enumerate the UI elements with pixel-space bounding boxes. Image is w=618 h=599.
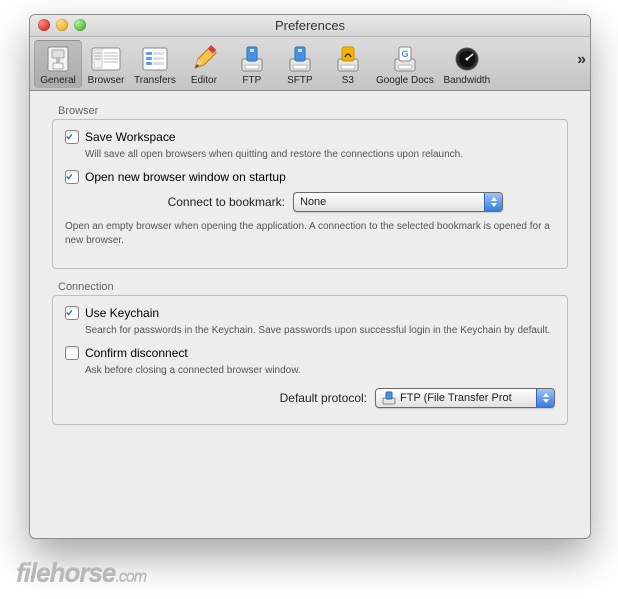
disk-blue-icon: [285, 44, 315, 74]
popup-arrows-icon: [484, 193, 502, 211]
window-controls: [38, 19, 86, 31]
gauge-icon: [452, 44, 482, 74]
toolbar-overflow-icon[interactable]: »: [577, 51, 585, 69]
tab-s3[interactable]: S3: [324, 40, 372, 88]
group-title: Browser: [58, 105, 568, 117]
tab-google-docs[interactable]: G Google Docs: [372, 40, 438, 88]
group-box: Save Workspace Will save all open browse…: [52, 119, 568, 269]
preferences-window: Preferences General Browser Transfers: [29, 14, 591, 539]
minimize-icon[interactable]: [56, 19, 68, 31]
use-keychain-checkbox[interactable]: [65, 306, 79, 320]
tab-label: Google Docs: [376, 75, 434, 86]
tab-bandwidth[interactable]: Bandwidth: [438, 40, 496, 88]
confirm-disconnect-label: Confirm disconnect: [85, 346, 188, 360]
tab-label: Editor: [191, 75, 217, 86]
group-title: Connection: [58, 281, 568, 293]
watermark-tld: .com: [115, 569, 146, 586]
connect-bookmark-description: Open an empty browser when opening the a…: [65, 220, 555, 248]
disk-google-icon: G: [390, 44, 420, 74]
tab-label: Browser: [88, 75, 125, 86]
tab-editor[interactable]: Editor: [180, 40, 228, 88]
default-protocol-popup[interactable]: FTP (File Transfer Prot: [375, 388, 555, 408]
tab-label: Bandwidth: [444, 75, 491, 86]
connect-bookmark-popup[interactable]: None: [293, 192, 503, 212]
watermark: filehorse.com: [16, 558, 146, 589]
connect-bookmark-value: None: [300, 196, 326, 208]
disk-s3-icon: [333, 44, 363, 74]
disk-blue-icon: [382, 391, 396, 405]
browser-list-icon: [91, 44, 121, 74]
content-area: Browser Save Workspace Will save all ope…: [30, 91, 590, 447]
tab-label: SFTP: [287, 75, 313, 86]
group-connection: Connection Use Keychain Search for passw…: [52, 281, 568, 425]
connect-bookmark-label: Connect to bookmark:: [125, 195, 285, 209]
tab-sftp[interactable]: SFTP: [276, 40, 324, 88]
zoom-icon[interactable]: [74, 19, 86, 31]
close-icon[interactable]: [38, 19, 50, 31]
confirm-disconnect-checkbox[interactable]: [65, 346, 79, 360]
preferences-toolbar: General Browser Transfers Editor: [30, 37, 590, 91]
default-protocol-label: Default protocol:: [280, 391, 367, 405]
group-box: Use Keychain Search for passwords in the…: [52, 295, 568, 425]
confirm-disconnect-description: Ask before closing a connected browser w…: [85, 364, 555, 378]
switch-icon: [43, 44, 73, 74]
save-workspace-description: Will save all open browsers when quittin…: [85, 148, 555, 162]
use-keychain-description: Search for passwords in the Keychain. Sa…: [85, 324, 555, 338]
tab-label: S3: [342, 75, 354, 86]
svg-text:G: G: [401, 49, 408, 59]
tab-general[interactable]: General: [34, 40, 82, 88]
tab-label: FTP: [242, 75, 261, 86]
watermark-brand: filehorse: [16, 558, 115, 588]
group-browser: Browser Save Workspace Will save all ope…: [52, 105, 568, 269]
save-workspace-checkbox[interactable]: [65, 130, 79, 144]
tab-browser[interactable]: Browser: [82, 40, 130, 88]
tab-ftp[interactable]: FTP: [228, 40, 276, 88]
default-protocol-value: FTP (File Transfer Prot: [400, 392, 512, 404]
open-new-window-checkbox[interactable]: [65, 170, 79, 184]
window-title: Preferences: [275, 18, 345, 33]
tab-label: General: [40, 75, 76, 86]
titlebar: Preferences: [30, 15, 590, 37]
tab-transfers[interactable]: Transfers: [130, 40, 180, 88]
open-new-window-label: Open new browser window on startup: [85, 170, 286, 184]
save-workspace-label: Save Workspace: [85, 130, 176, 144]
use-keychain-label: Use Keychain: [85, 306, 159, 320]
disk-blue-icon: [237, 44, 267, 74]
tab-label: Transfers: [134, 75, 176, 86]
pencil-icon: [189, 44, 219, 74]
popup-arrows-icon: [536, 389, 554, 407]
transfers-icon: [140, 44, 170, 74]
